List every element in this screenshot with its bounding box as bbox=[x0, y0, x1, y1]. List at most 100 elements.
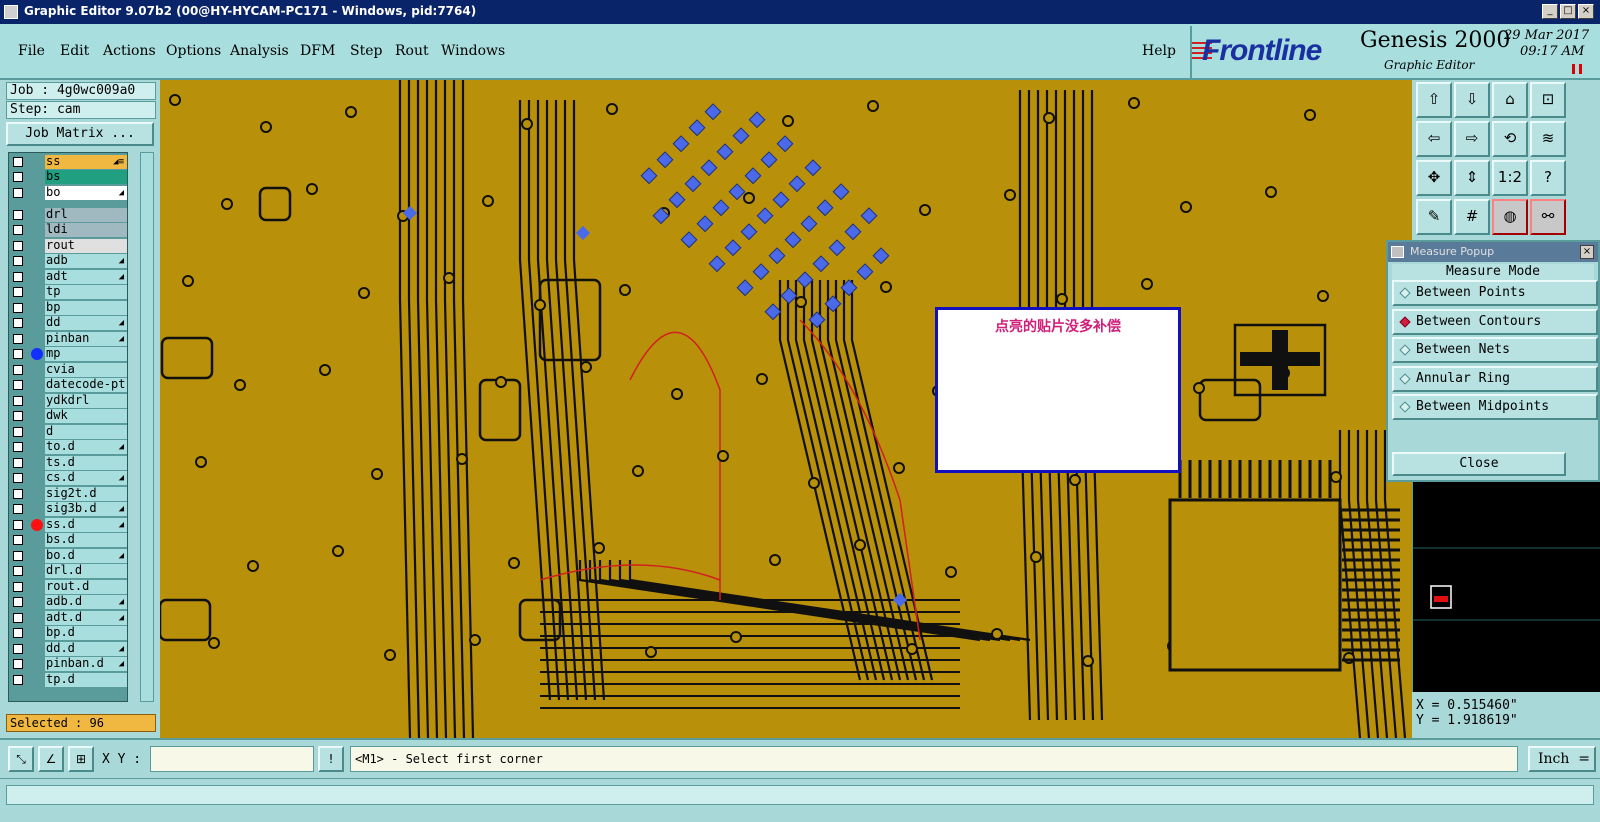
layer-checkbox[interactable] bbox=[13, 535, 23, 545]
layer-name[interactable]: drl bbox=[45, 208, 127, 222]
layer-row[interactable]: d bbox=[9, 425, 127, 439]
measure-option[interactable]: Between Contours bbox=[1392, 308, 1598, 335]
layer-checkbox[interactable] bbox=[13, 613, 23, 623]
zoom-window-icon[interactable]: ⊡ bbox=[1530, 82, 1566, 118]
menu-dfm[interactable]: DFM bbox=[300, 43, 335, 59]
layer-checkbox[interactable] bbox=[13, 411, 23, 421]
layer-checkbox[interactable] bbox=[13, 582, 23, 592]
layer-checkbox[interactable] bbox=[13, 318, 23, 328]
layer-checkbox[interactable] bbox=[13, 427, 23, 437]
measure-option[interactable]: Between Points bbox=[1392, 280, 1598, 306]
layer-checkbox[interactable] bbox=[13, 349, 23, 359]
layer-row[interactable]: ss.d ◢ bbox=[9, 518, 127, 532]
pan-right-icon[interactable]: ⇨ bbox=[1454, 121, 1490, 157]
layer-name[interactable]: cvia bbox=[45, 363, 127, 377]
crosshair-icon[interactable]: ⊞ bbox=[68, 746, 94, 772]
layer-name[interactable]: sig3b.d bbox=[45, 502, 127, 516]
layer-checkbox[interactable] bbox=[13, 442, 23, 452]
pause-icon[interactable] bbox=[1572, 64, 1582, 74]
layer-checkbox[interactable] bbox=[13, 551, 23, 561]
warning-icon[interactable]: ! bbox=[318, 746, 344, 772]
query-icon[interactable]: ? bbox=[1530, 160, 1566, 196]
layer-checkbox[interactable] bbox=[13, 303, 23, 313]
select-mode-icon[interactable]: ⤡ bbox=[8, 746, 34, 772]
layer-row[interactable]: pinban.d ◢ bbox=[9, 657, 127, 671]
layer-row[interactable]: cs.d ◢ bbox=[9, 471, 127, 485]
menu-rout[interactable]: Rout bbox=[395, 43, 429, 59]
layer-row[interactable]: drl.d bbox=[9, 564, 127, 578]
redraw-icon[interactable]: ⟲ bbox=[1492, 121, 1528, 157]
layer-name[interactable]: sig2t.d bbox=[45, 487, 127, 501]
layer-checkbox[interactable] bbox=[13, 473, 23, 483]
layer-name[interactable]: d bbox=[45, 425, 127, 439]
layer-name[interactable]: bs.d bbox=[45, 533, 127, 547]
layer-name[interactable]: pinban bbox=[45, 332, 127, 346]
layer-name[interactable]: to.d bbox=[45, 440, 127, 454]
layer-row[interactable]: cvia bbox=[9, 363, 127, 377]
layer-name[interactable]: bs bbox=[45, 170, 127, 184]
layer-row[interactable]: dwk bbox=[9, 409, 127, 423]
layer-row[interactable]: tp bbox=[9, 285, 127, 299]
layer-checkbox[interactable] bbox=[13, 597, 23, 607]
close-icon[interactable]: × bbox=[1580, 245, 1594, 259]
menu-file[interactable]: File bbox=[18, 43, 45, 59]
layer-row[interactable]: drl bbox=[9, 208, 127, 222]
xy-coordinate-input[interactable] bbox=[150, 746, 314, 772]
grid-icon[interactable]: # bbox=[1454, 199, 1490, 235]
layer-name[interactable]: adt bbox=[45, 270, 127, 284]
layer-checkbox[interactable] bbox=[13, 566, 23, 576]
measure-angle-icon[interactable]: ∠ bbox=[38, 746, 64, 772]
menu-edit[interactable]: Edit bbox=[60, 43, 89, 59]
layer-name[interactable]: dwk bbox=[45, 409, 127, 423]
zoom-in-icon[interactable]: ✥ bbox=[1416, 160, 1452, 196]
layer-checkbox[interactable] bbox=[13, 287, 23, 297]
measure-close-button[interactable]: Close bbox=[1392, 452, 1566, 476]
layer-row[interactable]: rout bbox=[9, 239, 127, 253]
nets-icon[interactable]: ⚯ bbox=[1530, 199, 1566, 235]
layer-checkbox[interactable] bbox=[13, 644, 23, 654]
graphic-canvas[interactable]: 点亮的贴片没多补偿 bbox=[160, 80, 1412, 738]
layer-row[interactable]: bs.d bbox=[9, 533, 127, 547]
layer-name[interactable]: cs.d bbox=[45, 471, 127, 485]
layer-checkbox[interactable] bbox=[13, 380, 23, 390]
layer-name[interactable]: pinban.d bbox=[45, 657, 127, 671]
menu-options[interactable]: Options bbox=[166, 43, 221, 59]
layer-checkbox[interactable] bbox=[13, 210, 23, 220]
layer-row[interactable]: mp bbox=[9, 347, 127, 361]
pan-up-icon[interactable]: ⇧ bbox=[1416, 82, 1452, 118]
layer-row[interactable]: adt ◢ bbox=[9, 270, 127, 284]
layer-row[interactable]: bs bbox=[9, 170, 127, 184]
layer-row[interactable]: bp.d bbox=[9, 626, 127, 640]
layer-checkbox[interactable] bbox=[13, 241, 23, 251]
measure-option[interactable]: Between Nets bbox=[1392, 337, 1598, 363]
pan-left-icon[interactable]: ⇦ bbox=[1416, 121, 1452, 157]
layers-icon[interactable]: ◍ bbox=[1492, 199, 1528, 235]
home-icon[interactable]: ⌂ bbox=[1492, 82, 1528, 118]
layer-checkbox[interactable] bbox=[13, 172, 23, 182]
layer-checkbox[interactable] bbox=[13, 334, 23, 344]
layer-name[interactable]: datecode-pt bbox=[45, 378, 127, 392]
layer-row[interactable]: rout.d bbox=[9, 580, 127, 594]
menu-step[interactable]: Step bbox=[350, 43, 382, 59]
layer-row[interactable]: adt.d ◢ bbox=[9, 611, 127, 625]
layer-checkbox[interactable] bbox=[13, 157, 23, 167]
layer-checkbox[interactable] bbox=[13, 659, 23, 669]
zoom-out-icon[interactable]: ⇕ bbox=[1454, 160, 1490, 196]
layer-row[interactable]: bo ◢ bbox=[9, 186, 127, 200]
menu-analysis[interactable]: Analysis bbox=[230, 43, 289, 59]
layer-row[interactable]: pinban ◢ bbox=[9, 332, 127, 346]
layer-name[interactable]: bp bbox=[45, 301, 127, 315]
layer-checkbox[interactable] bbox=[13, 489, 23, 499]
layer-row[interactable]: tp.d bbox=[9, 673, 127, 687]
layer-row[interactable]: ldi bbox=[9, 223, 127, 237]
layer-name[interactable]: mp bbox=[45, 347, 127, 361]
overview-map[interactable] bbox=[1412, 482, 1600, 692]
layer-name[interactable]: adb.d bbox=[45, 595, 127, 609]
menu-actions[interactable]: Actions bbox=[103, 43, 156, 59]
layer-name[interactable]: adb bbox=[45, 254, 127, 268]
layer-name[interactable]: dd.d bbox=[45, 642, 127, 656]
layer-row[interactable]: adb ◢ bbox=[9, 254, 127, 268]
layer-row[interactable]: ts.d bbox=[9, 456, 127, 470]
layer-name[interactable]: rout bbox=[45, 239, 127, 253]
layer-name[interactable]: adt.d bbox=[45, 611, 127, 625]
